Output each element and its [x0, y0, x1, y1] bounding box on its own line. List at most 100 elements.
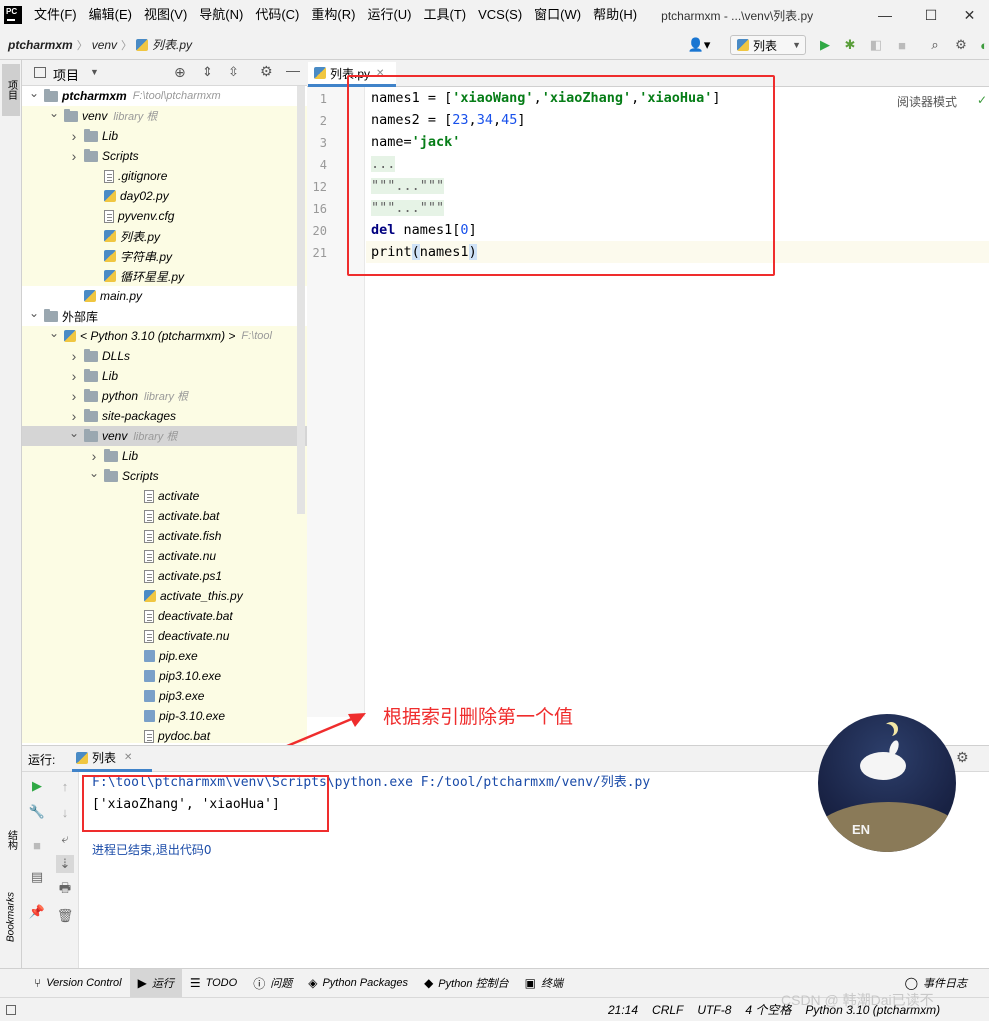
tree-item[interactable]: › Lib — [22, 126, 307, 146]
tree-item[interactable]: deactivate.bat — [22, 606, 307, 626]
menu-file[interactable]: 文件(F) — [28, 0, 83, 30]
tree-item[interactable]: ⌄ ptcharmxm F:\tool\ptcharmxm — [22, 86, 307, 106]
tree-item[interactable]: activate.bat — [22, 506, 307, 526]
menu-vcs[interactable]: VCS(S) — [472, 0, 528, 30]
project-panel-title[interactable]: 项目 — [53, 65, 79, 84]
locate-icon[interactable]: ⊕ — [174, 64, 186, 81]
layout-toggle-icon[interactable] — [6, 1004, 16, 1015]
print-icon[interactable]: 🖶 — [56, 880, 74, 899]
chevron-down-icon[interactable]: ⌄ — [28, 306, 40, 320]
update-icon[interactable]: ◐ — [976, 37, 989, 53]
up-icon[interactable]: ↑ — [56, 777, 74, 795]
tree-item[interactable]: › Scripts — [22, 146, 307, 166]
project-scrollbar[interactable] — [297, 86, 305, 514]
chevron-right-icon[interactable]: › — [68, 388, 80, 404]
tool-version-control[interactable]: ⑂ Version Control — [26, 969, 130, 998]
chevron-down-icon[interactable]: ⌄ — [28, 86, 40, 100]
caret-position[interactable]: 21:14 — [608, 1003, 638, 1017]
chevron-right-icon[interactable]: › — [68, 128, 80, 144]
tree-item[interactable]: activate.fish — [22, 526, 307, 546]
tree-item[interactable]: › Lib — [22, 366, 307, 386]
gear-icon[interactable]: ⚙ — [260, 63, 273, 80]
tree-item[interactable]: 字符串.py — [22, 246, 307, 266]
structure-tool-tab[interactable]: 结构 — [2, 820, 20, 860]
tree-item[interactable]: › site-packages — [22, 406, 307, 426]
line-separator[interactable]: CRLF — [652, 1003, 683, 1017]
chevron-down-icon[interactable]: ⌄ — [88, 466, 100, 480]
tree-item[interactable]: pip.exe — [22, 646, 307, 666]
tree-item[interactable]: pip3.exe — [22, 686, 307, 706]
breadcrumb-project[interactable]: ptcharmxm — [0, 38, 77, 52]
tab-run-list[interactable]: 列表 ✕ — [72, 746, 152, 772]
user-icon[interactable]: 👤▾ — [686, 37, 712, 53]
down-icon[interactable]: ↓ — [56, 803, 74, 821]
menu-help[interactable]: 帮助(H) — [587, 0, 643, 30]
tree-item[interactable]: pyvenv.cfg — [22, 206, 307, 226]
tool-terminal[interactable]: ▣ 终端 — [517, 969, 571, 998]
breadcrumb-file[interactable]: 列表.py — [152, 36, 196, 53]
menu-view[interactable]: 视图(V) — [138, 0, 193, 30]
coverage-icon[interactable]: ◧ — [868, 37, 884, 53]
tool-python-console[interactable]: ◆ Python 控制台 — [416, 969, 517, 998]
chevron-right-icon[interactable]: › — [68, 408, 80, 424]
tool-problems[interactable]: ⓘ 问题 — [245, 969, 300, 998]
tree-item[interactable]: ⌄ venv library 根 — [22, 106, 307, 126]
tree-item[interactable]: activate_this.py — [22, 586, 307, 606]
wrench-icon[interactable]: 🔧 — [28, 803, 46, 821]
menu-code[interactable]: 代码(C) — [249, 0, 305, 30]
tree-item[interactable]: 列表.py — [22, 226, 307, 246]
menu-edit[interactable]: 编辑(E) — [83, 0, 138, 30]
bookmarks-tool-tab[interactable]: Bookmarks — [2, 882, 20, 952]
chevron-down-icon[interactable]: ▼ — [90, 67, 99, 77]
rerun-icon[interactable]: ▶ — [28, 777, 46, 795]
menu-tools[interactable]: 工具(T) — [417, 0, 472, 30]
trash-icon[interactable]: 🗑 — [56, 907, 74, 925]
close-icon[interactable]: ✕ — [950, 0, 989, 30]
hide-icon[interactable]: — — [286, 62, 300, 78]
scroll-end-icon[interactable]: ⇣ — [56, 855, 74, 873]
reader-mode-toggle[interactable]: 阅读器模式 — [897, 93, 957, 110]
tree-item[interactable]: deactivate.nu — [22, 626, 307, 646]
chevron-right-icon[interactable]: › — [68, 348, 80, 364]
chevron-right-icon[interactable]: › — [68, 148, 80, 164]
tree-item[interactable]: › DLLs — [22, 346, 307, 366]
file-encoding[interactable]: UTF-8 — [697, 1003, 731, 1017]
project-tool-tab[interactable]: 项目 — [2, 64, 20, 116]
stop-icon[interactable]: ■ — [28, 836, 46, 854]
tree-item[interactable]: ⌄ < Python 3.10 (ptcharmxm) > F:\tool — [22, 326, 307, 346]
stop-icon[interactable]: ■ — [894, 37, 910, 53]
chevron-down-icon[interactable]: ⌄ — [48, 106, 60, 120]
tool-run[interactable]: ▶ 运行 — [129, 968, 182, 998]
tree-item[interactable]: activate.ps1 — [22, 566, 307, 586]
run-config-select[interactable]: 列表 ▼ — [730, 35, 806, 55]
run-icon[interactable]: ▶ — [817, 37, 833, 53]
tool-todo[interactable]: ☰ TODO — [182, 969, 245, 998]
minimize-icon[interactable]: — — [862, 0, 908, 30]
layout-icon[interactable]: ▤ — [28, 868, 46, 886]
debug-icon[interactable]: ✱ — [842, 37, 858, 53]
close-tab-icon[interactable]: ✕ — [124, 752, 132, 763]
menu-refactor[interactable]: 重构(R) — [305, 0, 361, 30]
tree-item[interactable]: .gitignore — [22, 166, 307, 186]
menu-navigate[interactable]: 导航(N) — [193, 0, 249, 30]
tree-item[interactable]: 循环星星.py — [22, 266, 307, 286]
tool-python-packages[interactable]: ◈ Python Packages — [300, 969, 416, 998]
chevron-right-icon[interactable]: › — [88, 448, 100, 464]
tree-item[interactable]: ⌄ Scripts — [22, 466, 307, 486]
tree-item[interactable]: activate — [22, 486, 307, 506]
pin-icon[interactable]: 📌 — [28, 903, 46, 921]
search-icon[interactable]: ⌕ — [927, 37, 943, 53]
gear-icon[interactable]: ⚙ — [956, 749, 969, 766]
tree-item[interactable]: activate.nu — [22, 546, 307, 566]
chevron-down-icon[interactable]: ⌄ — [68, 426, 80, 440]
tree-item[interactable]: day02.py — [22, 186, 307, 206]
chevron-down-icon[interactable]: ⌄ — [48, 326, 60, 340]
tree-item[interactable]: main.py — [22, 286, 307, 306]
menu-window[interactable]: 窗口(W) — [528, 0, 587, 30]
gear-icon[interactable]: ⚙ — [953, 37, 969, 53]
collapse-all-icon[interactable]: ⇳ — [228, 64, 239, 80]
tree-item[interactable]: ⌄ venv library 根 — [22, 426, 307, 446]
maximize-icon[interactable]: ☐ — [908, 0, 954, 30]
expand-all-icon[interactable]: ⇕ — [202, 64, 213, 80]
tree-item[interactable]: › Lib — [22, 446, 307, 466]
